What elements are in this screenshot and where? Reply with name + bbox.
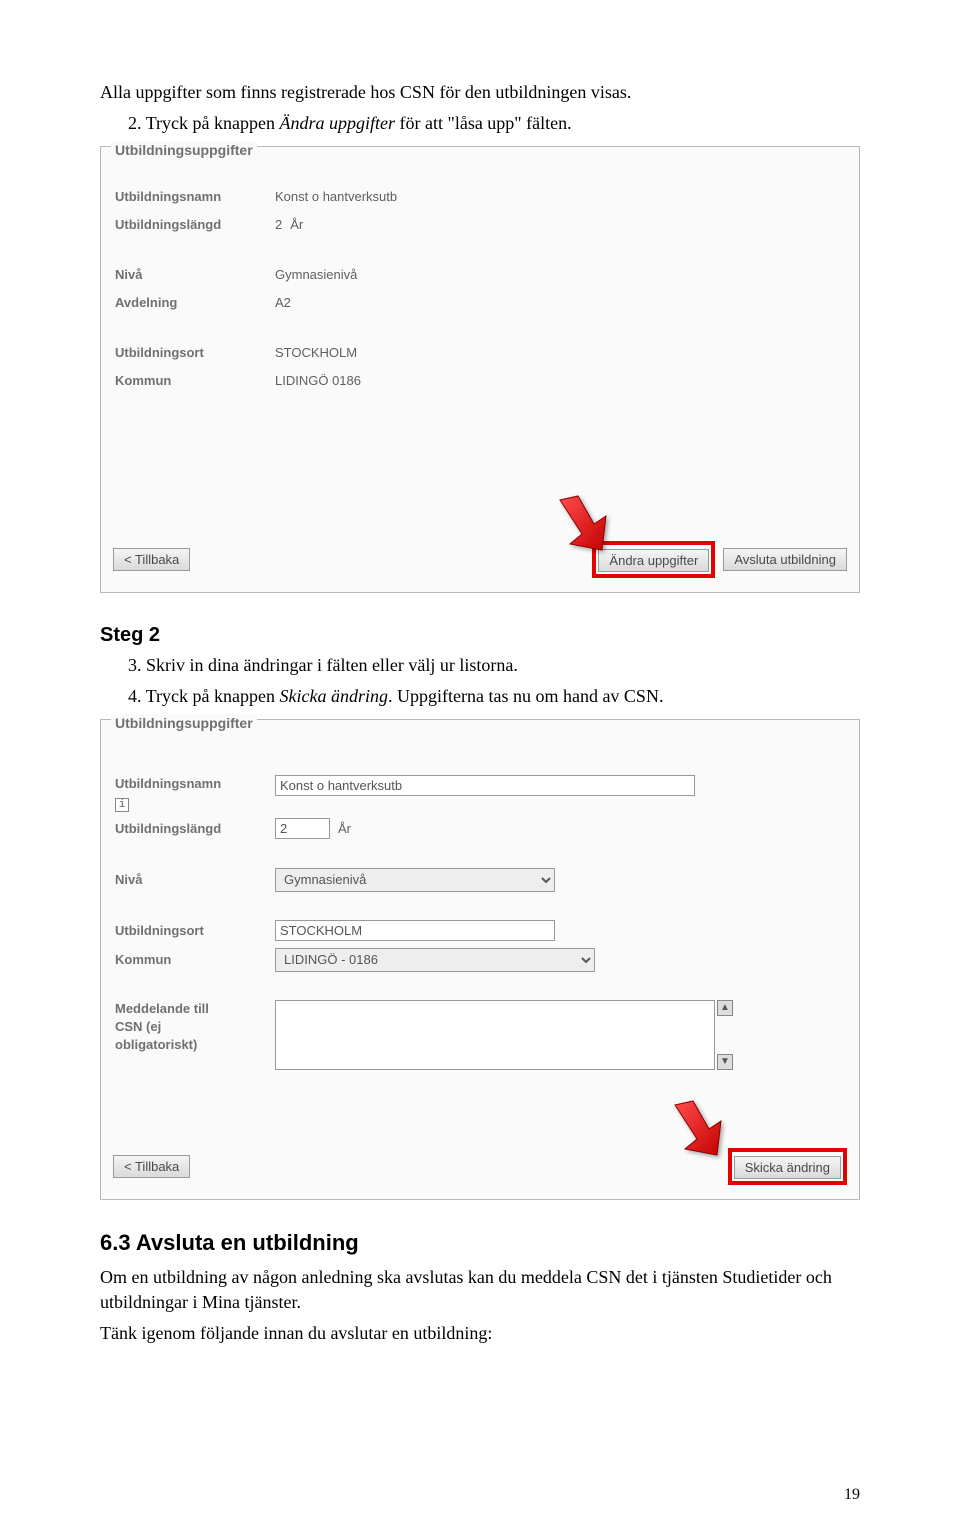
lbl-utbildningsnamn: Utbildningsnamn [115,188,275,206]
lbl-utbildningsnamn-edit: Utbildningsnamn [115,775,275,793]
screenshot-education-edit: Utbildningsuppgifter Utbildningsnamn i U… [100,719,860,1200]
scroll-up-icon[interactable]: ▲ [717,1000,733,1016]
val-utbildningsnamn: Konst o hantverksutb [275,188,397,206]
val-utbildningslangd: 2 [275,216,282,234]
step2-line-4-suffix: . Uppgifterna tas nu om hand av CSN. [388,686,663,706]
page-number: 19 [844,1484,860,1506]
select-niva[interactable]: Gymnasienivå [275,868,555,892]
intro-line-1: Alla uppgifter som finns registrerade ho… [100,80,860,105]
highlight-edit-button: Ändra uppgifter [592,541,715,578]
info-icon[interactable]: i [115,798,129,812]
select-kommun[interactable]: LIDINGÖ - 0186 [275,948,595,972]
lbl-meddelande-1: Meddelande till [115,1001,209,1016]
lbl-utbildningsort: Utbildningsort [115,344,275,362]
lbl-avdelning: Avdelning [115,294,275,312]
textarea-meddelande[interactable] [275,1000,715,1070]
lbl-kommun-edit: Kommun [115,951,275,969]
step2-line-3: 3. Skriv in dina ändringar i fälten elle… [100,653,860,678]
input-utbildningslangd[interactable] [275,818,330,839]
back-button-2[interactable]: < Tillbaka [113,1155,190,1178]
section-6-3-p1: Om en utbildning av någon anledning ska … [100,1265,860,1315]
intro-line-2-italic: Ändra uppgifter [280,113,396,133]
lbl-niva-edit: Nivå [115,871,275,889]
lbl-meddelande-2: CSN (ej [115,1019,161,1034]
end-education-button[interactable]: Avsluta utbildning [723,548,847,571]
val-avdelning: A2 [275,294,291,312]
scroll-down-icon[interactable]: ▼ [717,1054,733,1070]
step2-line-4-prefix: 4. Tryck på knappen [128,686,280,706]
back-button-1[interactable]: < Tillbaka [113,548,190,571]
val-niva: Gymnasienivå [275,266,357,284]
lbl-utbildningslangd-edit: Utbildningslängd [115,820,275,838]
lbl-utbildningslangd: Utbildningslängd [115,216,275,234]
section-6-3-p2: Tänk igenom följande innan du avslutar e… [100,1321,860,1346]
input-utbildningsnamn[interactable] [275,775,695,796]
step2-line-4: 4. Tryck på knappen Skicka ändring. Uppg… [100,684,860,709]
edit-button[interactable]: Ändra uppgifter [598,549,709,572]
input-utbildningsort[interactable] [275,920,555,941]
lbl-niva: Nivå [115,266,275,284]
unit-utbildningslangd: År [290,216,303,234]
lbl-meddelande: Meddelande till CSN (ej obligatoriskt) [115,1000,275,1055]
val-kommun: LIDINGÖ 0186 [275,372,361,390]
fieldset-legend-1: Utbildningsuppgifter [111,141,257,161]
val-utbildningsort: STOCKHOLM [275,344,357,362]
highlight-send-button: Skicka ändring [728,1148,847,1185]
step2-line-4-italic: Skicka ändring [280,686,388,706]
lbl-kommun: Kommun [115,372,275,390]
screenshot-education-view: Utbildningsuppgifter Utbildningsnamn Kon… [100,146,860,592]
fieldset-legend-2: Utbildningsuppgifter [111,714,257,734]
step2-heading: Steg 2 [100,621,860,649]
send-button[interactable]: Skicka ändring [734,1156,841,1179]
intro-line-2: 2. Tryck på knappen Ändra uppgifter för … [100,111,860,136]
textarea-scrollbar[interactable]: ▲ ▼ [717,1000,735,1070]
section-6-3-heading: 6.3 Avsluta en utbildning [100,1228,860,1259]
lbl-meddelande-3: obligatoriskt) [115,1037,197,1052]
intro-line-2-suffix: för att "låsa upp" fälten. [395,113,572,133]
lbl-utbildningsort-edit: Utbildningsort [115,922,275,940]
intro-line-2-prefix: 2. Tryck på knappen [128,113,280,133]
unit-utbildningslangd-edit: År [338,820,351,838]
